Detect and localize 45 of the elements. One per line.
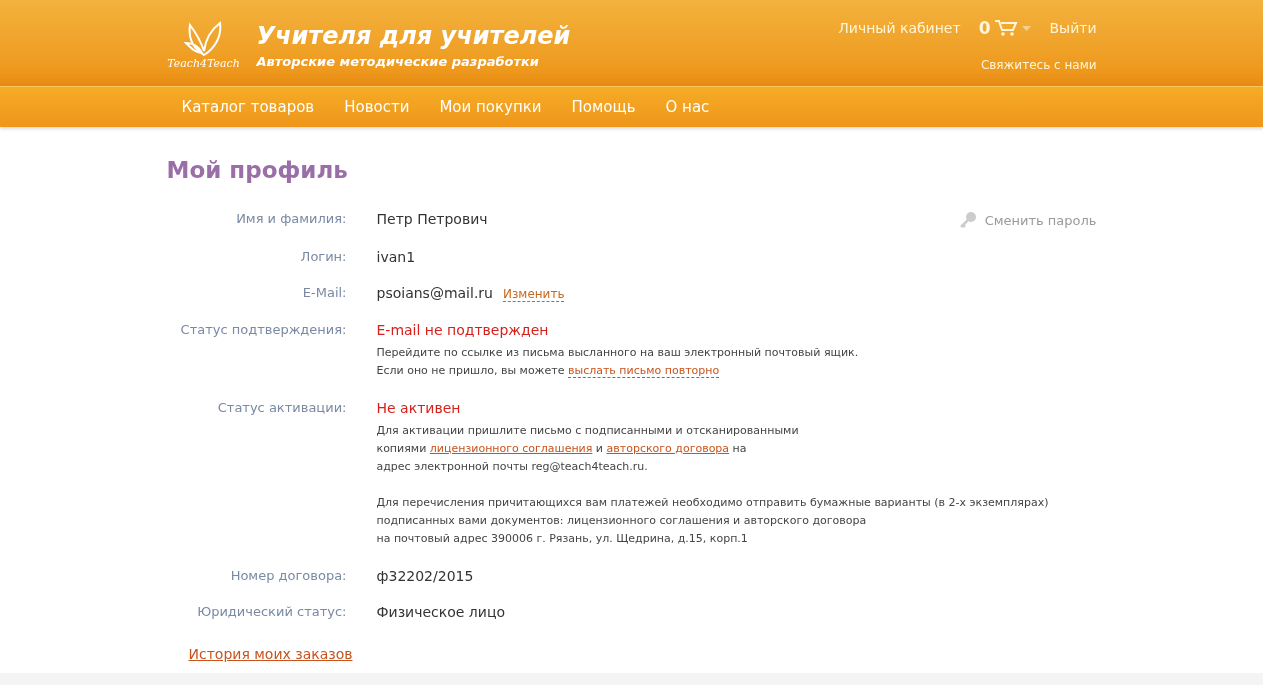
field-value: ф32202/2015 bbox=[376, 568, 474, 584]
cart-icon[interactable] bbox=[994, 19, 1019, 37]
note-text: адрес электронной почты reg@teach4teach.ru. bbox=[376, 459, 649, 475]
nav-item[interactable]: Новости bbox=[329, 98, 425, 116]
note-text: копиями лицензионного соглашения и авторского договора на bbox=[376, 441, 748, 457]
key-icon bbox=[958, 211, 977, 229]
site-title: Учителя для учителей bbox=[256, 21, 571, 50]
text-link[interactable]: лицензионного соглашения bbox=[429, 442, 593, 455]
cart-count: 0 bbox=[978, 18, 991, 38]
note-text: Если оно не пришло, вы можете выслать письмо повторно bbox=[376, 363, 721, 380]
account-link[interactable]: Личный кабинет bbox=[838, 20, 961, 36]
page-title: Мой профиль bbox=[166, 157, 349, 183]
text-link[interactable]: выслать письмо повторно bbox=[567, 364, 720, 378]
caret-icon[interactable] bbox=[1022, 25, 1032, 31]
note-text: подписанных вами документов: лицензионного соглашения и авторского договора bbox=[376, 513, 868, 529]
text-link[interactable]: авторского договора bbox=[606, 442, 730, 455]
leaf-logo-icon bbox=[183, 20, 224, 57]
field-label: Статус подтверждения: bbox=[179, 322, 347, 338]
field-value: ivan1 bbox=[376, 249, 416, 265]
contact-link[interactable]: Свяжитесь с нами bbox=[980, 58, 1097, 72]
change-link[interactable]: Изменить bbox=[502, 287, 565, 302]
status-value: Не активен bbox=[376, 400, 461, 416]
site-subtitle: Авторские методические разработки bbox=[256, 53, 540, 69]
logout-link[interactable]: Выйти bbox=[1049, 20, 1097, 36]
note-text: Перейдите по ссылке из письма высланного на ваш электронный почтовый ящик. bbox=[376, 345, 860, 361]
note-text: на почтовый адрес 390006 г. Рязань, ул. Щедрина, д.15, корп.1 bbox=[376, 531, 749, 547]
orders-history-link[interactable]: История моих заказов bbox=[188, 646, 353, 662]
nav-item[interactable]: Каталог товаров bbox=[166, 98, 330, 116]
field-label: Логин: bbox=[299, 249, 347, 265]
field-label: Юридический статус: bbox=[196, 604, 347, 620]
field-label: E-Mail: bbox=[301, 285, 347, 302]
field-value: psoians@mail.ru bbox=[376, 285, 493, 301]
nav-item[interactable]: Мои покупки bbox=[424, 98, 557, 116]
field-label: Номер договора: bbox=[229, 568, 347, 584]
logo-text: Teach4Teach bbox=[167, 56, 240, 70]
nav-item[interactable]: Помощь bbox=[556, 98, 651, 116]
field-value: Петр Петрович bbox=[376, 211, 488, 227]
field-label: Статус активации: bbox=[216, 400, 347, 416]
note-text: Для перечисления причитающихся вам платежей необходимо отправить бумажные варианты (в 2-х экземплярах) bbox=[376, 495, 1050, 511]
field-label: Имя и фамилия: bbox=[235, 211, 347, 228]
note-text: Для активации пришлите письмо с подписанными и отсканированными bbox=[376, 423, 800, 439]
change-password-link[interactable]: Сменить пароль bbox=[958, 211, 1097, 229]
status-value: E-mail не подтвержден bbox=[376, 322, 549, 338]
field-value: Физическое лицо bbox=[376, 604, 505, 620]
nav-item[interactable]: О нас bbox=[650, 98, 725, 116]
